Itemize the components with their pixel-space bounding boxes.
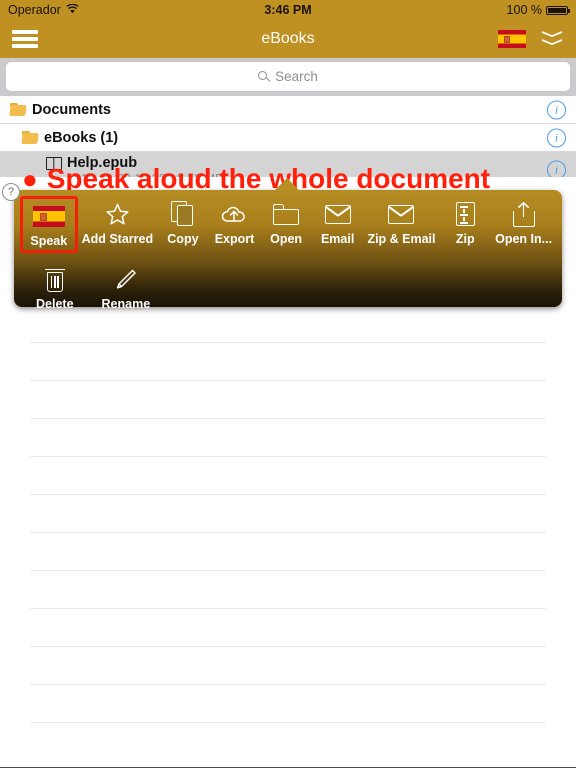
search-placeholder: Search xyxy=(275,69,318,84)
action-email-button[interactable]: Email xyxy=(312,196,364,249)
action-label: Speak xyxy=(30,234,68,248)
envelope-icon xyxy=(388,199,415,229)
pencil-icon xyxy=(114,264,138,294)
list-item[interactable]: Documents i xyxy=(0,96,576,124)
ruled-line xyxy=(30,722,546,723)
info-button[interactable]: i xyxy=(547,128,566,147)
action-label: Zip & Email xyxy=(367,232,436,246)
archive-drawers-icon xyxy=(455,199,475,229)
action-zip-and-email-button[interactable]: Zip & Email xyxy=(363,196,439,249)
ruled-line xyxy=(30,342,546,343)
ruled-line xyxy=(30,570,546,571)
status-bar-right: 100 % xyxy=(506,3,570,17)
action-label: Copy xyxy=(167,232,199,246)
status-bar: Operador 3:46 PM 100 % xyxy=(0,0,576,20)
action-zip-button[interactable]: Zip xyxy=(440,196,492,249)
action-label: Delete xyxy=(36,297,74,311)
ruled-line xyxy=(30,684,546,685)
spanish-flag-icon[interactable] xyxy=(498,30,526,48)
action-open-button[interactable]: Open xyxy=(260,196,312,249)
wifi-icon xyxy=(66,3,79,17)
search-icon xyxy=(258,70,271,83)
popup-arrow xyxy=(274,178,300,191)
copy-documents-icon xyxy=(170,199,195,229)
action-open-in-button[interactable]: Open In... xyxy=(491,196,556,249)
action-label: Rename xyxy=(101,297,151,311)
action-rename-button[interactable]: Rename xyxy=(98,261,155,314)
battery-full-icon xyxy=(546,5,570,15)
ruled-line xyxy=(30,608,546,609)
star-icon xyxy=(105,199,130,229)
action-delete-button[interactable]: Delete xyxy=(32,261,78,314)
folder-icon xyxy=(9,103,27,116)
action-label: Add Starred xyxy=(81,232,154,246)
navigation-bar-right xyxy=(498,30,564,48)
action-copy-button[interactable]: Copy xyxy=(157,196,209,249)
bullet-icon: ● xyxy=(22,164,38,194)
action-menu-row-secondary: Delete Rename xyxy=(14,253,562,314)
action-export-button[interactable]: Export xyxy=(209,196,261,249)
cloud-upload-icon xyxy=(220,199,248,229)
help-badge-icon[interactable]: ? xyxy=(2,183,20,201)
status-bar-left: Operador xyxy=(8,3,79,17)
share-upload-icon xyxy=(512,199,535,229)
ruled-line xyxy=(30,456,546,457)
battery-percent-label: 100 % xyxy=(506,3,542,17)
ruled-line xyxy=(30,532,546,533)
action-label: Zip xyxy=(455,232,475,246)
envelope-icon xyxy=(324,199,351,229)
search-bar-container: Search xyxy=(0,58,576,96)
folder-open-icon xyxy=(273,199,300,229)
action-speak-button[interactable]: Speak xyxy=(20,196,78,253)
ruled-line xyxy=(30,494,546,495)
navigation-bar: eBooks xyxy=(0,20,576,58)
search-input[interactable]: Search xyxy=(6,62,570,91)
action-menu-row-primary: Speak Add Starred Copy Export Open Email… xyxy=(14,190,562,253)
list-item-label: eBooks (1) xyxy=(44,129,119,146)
action-label: Open In... xyxy=(495,232,553,246)
action-label: Export xyxy=(214,232,255,246)
action-label: Email xyxy=(320,232,355,246)
folder-icon xyxy=(21,131,39,144)
action-label: Open xyxy=(270,232,303,246)
ruled-line xyxy=(30,418,546,419)
context-action-menu: Speak Add Starred Copy Export Open Email… xyxy=(14,190,562,311)
list-item[interactable]: eBooks (1) i xyxy=(0,124,576,152)
clock-label: 3:46 PM xyxy=(264,3,312,17)
info-button[interactable]: i xyxy=(547,100,566,119)
ruled-line xyxy=(30,646,546,647)
action-add-starred-button[interactable]: Add Starred xyxy=(78,196,158,249)
ruled-line xyxy=(30,380,546,381)
hamburger-menu-icon[interactable] xyxy=(12,30,38,48)
trash-icon xyxy=(44,264,65,294)
list-item-label: Documents xyxy=(32,101,111,118)
spanish-flag-icon xyxy=(32,201,65,231)
double-chevron-down-icon[interactable] xyxy=(540,31,564,47)
page-title: eBooks xyxy=(261,30,315,47)
carrier-label: Operador xyxy=(8,3,61,17)
